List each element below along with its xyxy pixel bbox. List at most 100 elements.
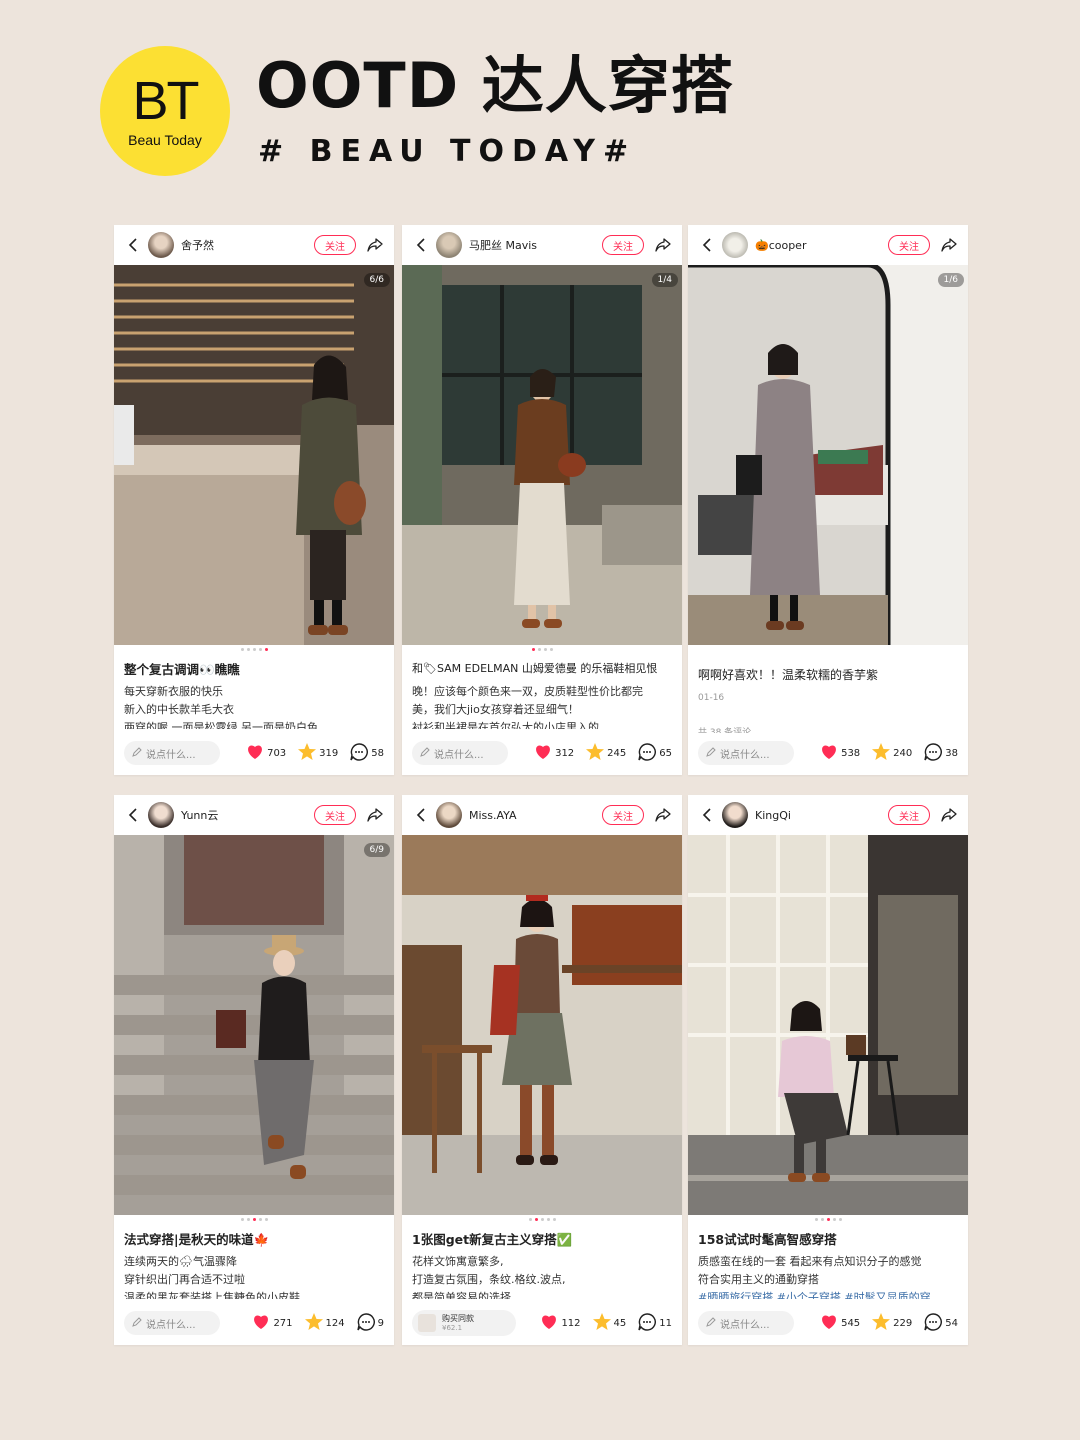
share-icon[interactable] xyxy=(940,236,958,254)
post-title: 和🏷SAM EDELMAN 山姆爱德曼 的乐福鞋相见恨 xyxy=(412,660,674,678)
like-button[interactable]: 538 xyxy=(820,744,860,763)
username[interactable]: Yunn云 xyxy=(181,807,314,823)
collect-button[interactable]: 240 xyxy=(872,743,912,763)
share-icon[interactable] xyxy=(940,806,958,824)
follow-button[interactable]: 关注 xyxy=(602,805,644,825)
carousel-dot xyxy=(832,1218,836,1221)
carousel-dot xyxy=(546,1218,550,1221)
star-icon xyxy=(872,743,891,763)
post-topbar: 🎃cooper 关注 xyxy=(688,225,968,265)
carousel-dot-active xyxy=(252,1218,256,1221)
post-title: 1张图get新复古主义穿搭✅ xyxy=(412,1232,573,1247)
comment-placeholder: 说点什么... xyxy=(720,1319,770,1331)
comment-button[interactable]: 11 xyxy=(638,1312,672,1334)
comment-input[interactable]: 说点什么... xyxy=(698,741,794,765)
post-actions: 说点什么... 271 124 9 xyxy=(114,1303,394,1343)
post-body: 质感蛮在线的一套 看起来有点知识分子的感觉 符合实用主义的通勤穿搭 #晒晒旅行穿… xyxy=(698,1253,960,1299)
post-photo[interactable]: 1/4 xyxy=(402,265,682,645)
comment-count: 38 xyxy=(945,747,958,759)
collect-count: 319 xyxy=(319,747,339,759)
post-photo[interactable]: 1/6 xyxy=(688,265,968,645)
chevron-left-icon[interactable] xyxy=(412,236,430,254)
comment-button[interactable]: 65 xyxy=(638,742,672,764)
comment-button[interactable]: 9 xyxy=(356,1312,384,1334)
comment-button[interactable]: 38 xyxy=(924,742,958,764)
avatar[interactable] xyxy=(436,802,462,828)
chevron-left-icon[interactable] xyxy=(124,806,142,824)
like-button[interactable]: 271 xyxy=(252,1314,293,1333)
carousel-dot-active xyxy=(264,648,268,651)
pencil-icon xyxy=(420,746,430,760)
post-hashtags[interactable]: #晒晒旅行穿搭 #小个子穿搭 #时髦又显质的穿 xyxy=(698,1289,960,1299)
collect-button[interactable]: 45 xyxy=(592,1313,626,1333)
collect-button[interactable]: 245 xyxy=(586,743,626,763)
post-card[interactable]: 🎃cooper 关注 1/6 啊啊好喜欢！！温柔软糯的香芋紫 01-16 共 3… xyxy=(688,225,968,775)
chevron-left-icon[interactable] xyxy=(698,236,716,254)
avatar[interactable] xyxy=(722,802,748,828)
comment-button[interactable]: 58 xyxy=(350,742,384,764)
follow-button[interactable]: 关注 xyxy=(602,235,644,255)
share-icon[interactable] xyxy=(654,236,672,254)
comment-input[interactable]: 说点什么... xyxy=(124,741,220,765)
post-photo[interactable]: 6/9 xyxy=(114,835,394,1215)
username[interactable]: 舍予然 xyxy=(181,237,314,253)
share-icon[interactable] xyxy=(366,236,384,254)
image-counter: 1/4 xyxy=(651,273,678,287)
post-card[interactable]: 马肥丝 Mavis 关注 1/4 和🏷SAM EDELMAN 山姆爱德曼 的乐福… xyxy=(402,225,682,775)
chevron-left-icon[interactable] xyxy=(124,236,142,254)
post-body-line: 衬衫和半裙是在首尔弘大的小店里入的 xyxy=(412,721,599,729)
heart-icon xyxy=(820,744,838,763)
comment-placeholder: 说点什么... xyxy=(434,749,484,761)
pencil-icon xyxy=(132,1316,142,1330)
username[interactable]: 🎃cooper xyxy=(755,239,888,252)
follow-button[interactable]: 关注 xyxy=(314,805,356,825)
like-count: 538 xyxy=(841,747,861,759)
post-photo[interactable] xyxy=(402,835,682,1215)
post-body-line: 连续两天的🌧气温骤降 xyxy=(124,1255,237,1268)
comment-placeholder: 说点什么... xyxy=(146,1319,196,1331)
post-card[interactable]: KingQi 关注 158试试时髦高智感穿搭 质感蛮在线的一套 看起来有点知识分… xyxy=(688,795,968,1345)
follow-button[interactable]: 关注 xyxy=(888,805,930,825)
logo-mark: BT xyxy=(132,71,199,131)
chevron-left-icon[interactable] xyxy=(412,806,430,824)
post-topbar: 马肥丝 Mavis 关注 xyxy=(402,225,682,265)
like-button[interactable]: 545 xyxy=(820,1314,860,1333)
carousel-dots xyxy=(402,1218,682,1221)
post-photo[interactable] xyxy=(688,835,968,1215)
image-counter: 6/9 xyxy=(363,843,390,857)
collect-button[interactable]: 319 xyxy=(298,743,338,763)
comment-icon xyxy=(924,742,943,764)
chevron-left-icon[interactable] xyxy=(698,806,716,824)
like-button[interactable]: 312 xyxy=(534,744,574,763)
username[interactable]: 马肥丝 Mavis xyxy=(469,237,602,253)
avatar[interactable] xyxy=(148,232,174,258)
shop-same-button[interactable]: 购买同款 ¥62.1 xyxy=(412,1310,516,1336)
post-title: 158试试时髦高智感穿搭 xyxy=(698,1232,837,1247)
post-photo[interactable]: 6/6 xyxy=(114,265,394,645)
comment-input[interactable]: 说点什么... xyxy=(412,741,508,765)
collect-button[interactable]: 124 xyxy=(304,1313,345,1333)
like-button[interactable]: 703 xyxy=(246,744,286,763)
post-card[interactable]: Yunn云 关注 6/9 法式穿搭|是秋天的味道🍁 连续两天的🌧气温骤降 穿针织… xyxy=(114,795,394,1345)
collect-button[interactable]: 229 xyxy=(872,1313,912,1333)
comment-total: 共 38 条评论 xyxy=(698,728,752,733)
avatar[interactable] xyxy=(436,232,462,258)
follow-button[interactable]: 关注 xyxy=(888,235,930,255)
avatar[interactable] xyxy=(722,232,748,258)
share-icon[interactable] xyxy=(654,806,672,824)
post-card[interactable]: 舍予然 关注 6/6 整个复古调调👀瞧瞧 每天穿新衣服的快乐 新入的中长款羊毛大… xyxy=(114,225,394,775)
post-card[interactable]: Miss.AYA 关注 1张图get新复古主义穿搭✅ 花样文饰寓意繁多, 打造复… xyxy=(402,795,682,1345)
comment-button[interactable]: 54 xyxy=(924,1312,958,1334)
comment-input[interactable]: 说点什么... xyxy=(124,1311,220,1335)
share-icon[interactable] xyxy=(366,806,384,824)
comment-input[interactable]: 说点什么... xyxy=(698,1311,794,1335)
username[interactable]: Miss.AYA xyxy=(469,809,602,822)
pencil-icon xyxy=(706,1316,716,1330)
avatar[interactable] xyxy=(148,802,174,828)
username[interactable]: KingQi xyxy=(755,809,888,822)
follow-button[interactable]: 关注 xyxy=(314,235,356,255)
like-button[interactable]: 112 xyxy=(540,1314,581,1333)
comment-icon xyxy=(638,1312,657,1334)
star-icon xyxy=(592,1313,611,1333)
comment-placeholder: 说点什么... xyxy=(720,749,770,761)
